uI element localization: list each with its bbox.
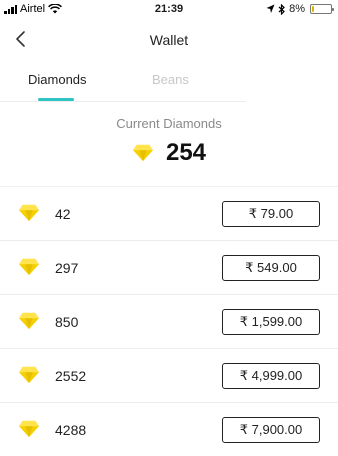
package-amount: 4288 <box>55 422 87 438</box>
balance-label: Current Diamonds <box>116 116 222 131</box>
package-amount: 297 <box>55 260 79 276</box>
bluetooth-icon <box>278 3 285 15</box>
diamond-icon <box>19 204 39 222</box>
balance-row: 254 <box>0 138 338 168</box>
location-arrow-icon <box>266 4 275 13</box>
battery-percent: 8% <box>289 3 305 15</box>
price-button[interactable]: ₹ 1,599.00 <box>222 309 320 335</box>
diamond-icon <box>19 312 39 330</box>
package-amount: 2552 <box>55 368 87 384</box>
nav-header: Wallet <box>0 22 338 58</box>
status-right: 8% <box>266 3 334 15</box>
package-row: 850 ₹ 1,599.00 <box>0 295 338 349</box>
package-amount: 42 <box>55 206 71 222</box>
diamond-icon <box>19 366 39 384</box>
battery-level <box>312 6 314 12</box>
package-row: 2552 ₹ 4,999.00 <box>0 349 338 403</box>
tab-diamonds[interactable]: Diamonds <box>28 72 87 87</box>
status-bar: Airtel 21:39 8% <box>0 0 338 20</box>
package-row: 297 ₹ 549.00 <box>0 241 338 295</box>
price-button[interactable]: ₹ 549.00 <box>222 255 320 281</box>
package-amount: 850 <box>55 314 79 330</box>
battery-icon <box>310 4 334 14</box>
package-row: 4288 ₹ 7,900.00 <box>0 403 338 456</box>
tab-bar: Diamonds Beans <box>0 64 338 102</box>
diamond-icon <box>133 144 153 162</box>
package-list: 42 ₹ 79.00 297 ₹ 549.00 850 ₹ 1,599.00 2… <box>0 187 338 456</box>
price-button[interactable]: ₹ 79.00 <box>222 201 320 227</box>
page-title: Wallet <box>149 32 189 48</box>
price-button[interactable]: ₹ 7,900.00 <box>222 417 320 443</box>
diamond-icon <box>19 420 39 438</box>
tab-divider <box>0 101 246 102</box>
price-button[interactable]: ₹ 4,999.00 <box>222 363 320 389</box>
package-row: 42 ₹ 79.00 <box>0 187 338 241</box>
tab-beans[interactable]: Beans <box>152 72 189 87</box>
balance-value: 254 <box>165 139 207 166</box>
diamond-icon <box>19 258 39 276</box>
